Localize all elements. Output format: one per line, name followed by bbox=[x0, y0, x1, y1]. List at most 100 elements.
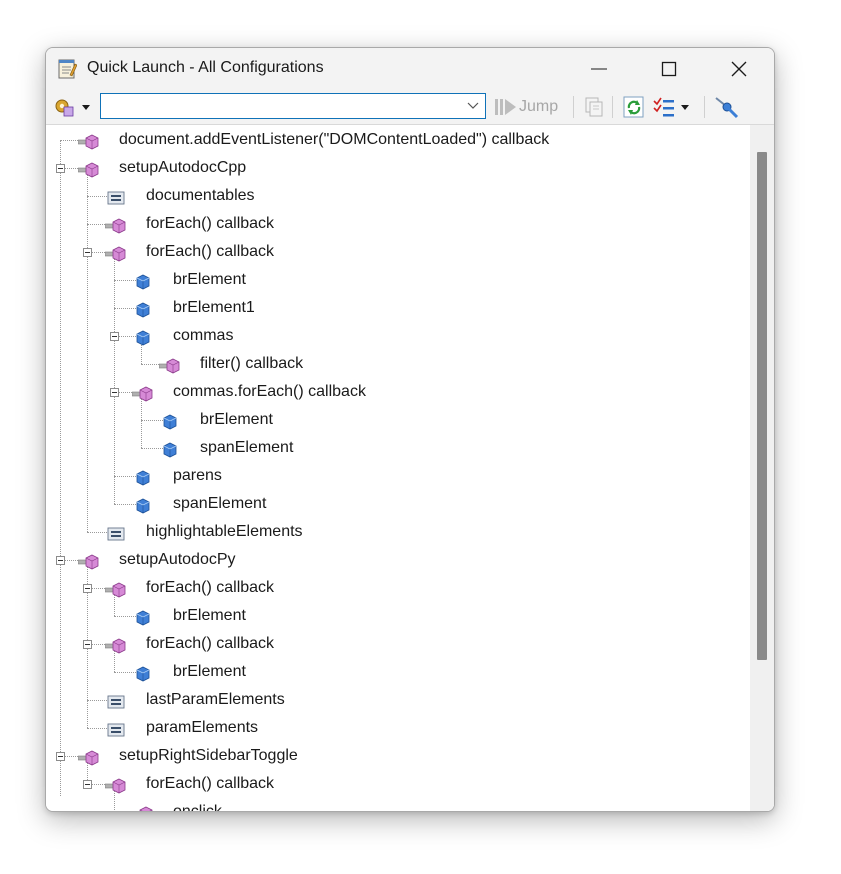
tree-item-setupautodoccpp[interactable]: setupAutodocCpp bbox=[77, 154, 724, 182]
tree-item-commas-foreach-callback[interactable]: commas.forEach() callback bbox=[131, 378, 724, 406]
tree-item-highlightableelements[interactable]: highlightableElements bbox=[105, 518, 724, 546]
jump-icon bbox=[495, 99, 516, 115]
tree-item-brelement1[interactable]: brElement1 bbox=[132, 294, 724, 322]
vertical-scrollbar[interactable] bbox=[750, 125, 774, 811]
copy-icon bbox=[585, 97, 603, 117]
close-icon bbox=[731, 61, 747, 77]
title-bar[interactable]: Quick Launch - All Configurations bbox=[46, 48, 774, 90]
tree-item-label: brElement bbox=[173, 663, 246, 680]
tree-item-label: highlightableElements bbox=[146, 523, 303, 540]
tree-item-spanelement[interactable]: spanElement bbox=[132, 490, 724, 518]
tree-item-label: onclick bbox=[173, 798, 222, 811]
minimize-button[interactable] bbox=[564, 48, 634, 90]
function-icon bbox=[77, 160, 100, 188]
notepad-icon bbox=[58, 59, 77, 79]
toolbar-separator bbox=[704, 96, 705, 118]
tree-item-label: brElement bbox=[173, 271, 246, 288]
toolbar-separator bbox=[612, 96, 613, 118]
function-icon bbox=[77, 552, 100, 580]
tree-connector bbox=[87, 168, 88, 532]
copy-button[interactable] bbox=[582, 95, 606, 119]
list-options-button[interactable] bbox=[652, 95, 696, 119]
filter-gear-icon bbox=[55, 99, 90, 117]
maximize-icon bbox=[661, 61, 677, 77]
tree-connector bbox=[60, 140, 61, 796]
tree-item-label: paramElements bbox=[146, 719, 259, 736]
symbol-tree[interactable]: document.addEventListener("DOMContentLoa… bbox=[46, 124, 774, 811]
tree-item-label: brElement bbox=[200, 411, 273, 428]
jump-label: Jump bbox=[519, 98, 559, 115]
tree-item-foreach-callback[interactable]: forEach() callback bbox=[104, 630, 724, 658]
close-button[interactable] bbox=[704, 48, 774, 90]
tree-item-label: setupAutodocPy bbox=[119, 551, 236, 568]
list-options-icon bbox=[653, 97, 689, 117]
scrollbar-thumb[interactable] bbox=[757, 152, 767, 660]
pin-icon bbox=[715, 97, 739, 119]
tree-item-lastparamelements[interactable]: lastParamElements bbox=[105, 686, 724, 714]
tree-item-label: brElement1 bbox=[173, 299, 255, 316]
tree-item-setupautodocpy[interactable]: setupAutodocPy bbox=[77, 546, 724, 574]
tree-item-spanelement[interactable]: spanElement bbox=[159, 434, 724, 462]
collapse-toggle[interactable] bbox=[56, 556, 65, 565]
tree-item-label: spanElement bbox=[173, 495, 267, 512]
tree-item-label: lastParamElements bbox=[146, 691, 285, 708]
tree-item-filter-callback[interactable]: filter() callback bbox=[158, 350, 724, 378]
tree-item-label: commas bbox=[173, 327, 234, 344]
function-icon bbox=[132, 804, 154, 811]
refresh-icon bbox=[623, 96, 644, 118]
function-icon bbox=[77, 748, 100, 776]
quick-launch-window: Quick Launch - All Configurations Jump d… bbox=[45, 47, 775, 812]
toolbar-separator bbox=[573, 96, 574, 118]
search-combobox[interactable] bbox=[100, 93, 486, 119]
tree-item-label: spanElement bbox=[200, 439, 294, 456]
jump-button[interactable]: Jump bbox=[492, 94, 568, 120]
collapse-toggle[interactable] bbox=[83, 780, 92, 789]
tree-item-label: setupRightSidebarToggle bbox=[119, 747, 298, 764]
collapse-toggle[interactable] bbox=[83, 584, 92, 593]
tree-item-label: parens bbox=[173, 467, 222, 484]
tree-item-foreach-callback[interactable]: forEach() callback bbox=[104, 238, 724, 266]
search-input[interactable] bbox=[103, 96, 467, 118]
collapse-toggle[interactable] bbox=[83, 248, 92, 257]
collapse-toggle[interactable] bbox=[110, 388, 119, 397]
collapse-toggle[interactable] bbox=[56, 752, 65, 761]
tree-item-foreach-callback[interactable]: forEach() callback bbox=[104, 574, 724, 602]
tree-item-label: brElement bbox=[173, 607, 246, 624]
tree-item-label: forEach() callback bbox=[146, 579, 275, 596]
tree-item-setuprightsidebartoggle[interactable]: setupRightSidebarToggle bbox=[77, 742, 724, 770]
chevron-down-icon[interactable] bbox=[467, 101, 479, 111]
tree-item-label: documentables bbox=[146, 187, 255, 204]
filter-dropdown-button[interactable] bbox=[51, 95, 95, 119]
collapse-toggle[interactable] bbox=[110, 332, 119, 341]
field-icon bbox=[132, 328, 154, 356]
tree-item-foreach-callback[interactable]: forEach() callback bbox=[104, 770, 724, 798]
maximize-button[interactable] bbox=[634, 48, 704, 90]
function-icon bbox=[104, 244, 127, 272]
tree-item-parens[interactable]: parens bbox=[132, 462, 724, 490]
tree-item-brelement[interactable]: brElement bbox=[159, 406, 724, 434]
tree-item-brelement[interactable]: brElement bbox=[132, 266, 724, 294]
function-icon bbox=[104, 580, 127, 608]
tree-connector bbox=[114, 252, 115, 504]
tree-item-label: forEach() callback bbox=[146, 215, 275, 232]
tree-item-label: forEach() callback bbox=[146, 775, 275, 792]
tree-item-onclick[interactable]: onclick bbox=[132, 798, 724, 811]
tree-item-label: forEach() callback bbox=[146, 243, 275, 260]
minimize-icon bbox=[591, 68, 607, 70]
pin-button[interactable] bbox=[713, 95, 739, 119]
function-icon bbox=[104, 776, 127, 804]
tree-item-documentables[interactable]: documentables bbox=[105, 182, 724, 210]
tree-item-label: setupAutodocCpp bbox=[119, 159, 247, 176]
tree-item-brelement[interactable]: brElement bbox=[132, 602, 724, 630]
tree-item-paramelements[interactable]: paramElements bbox=[105, 714, 724, 742]
tree-item-label: filter() callback bbox=[200, 355, 304, 372]
tree-item-brelement[interactable]: brElement bbox=[132, 658, 724, 686]
tree-item-foreach-callback[interactable]: forEach() callback bbox=[104, 210, 724, 238]
collapse-toggle[interactable] bbox=[83, 640, 92, 649]
collapse-toggle[interactable] bbox=[56, 164, 65, 173]
tree-item-document-addeventlistener-domcontentloaded-callback[interactable]: document.addEventListener("DOMContentLoa… bbox=[77, 126, 724, 154]
function-icon bbox=[104, 636, 127, 664]
tree-item-label: commas.forEach() callback bbox=[173, 383, 366, 400]
tree-item-commas[interactable]: commas bbox=[132, 322, 724, 350]
refresh-button[interactable] bbox=[622, 95, 646, 119]
